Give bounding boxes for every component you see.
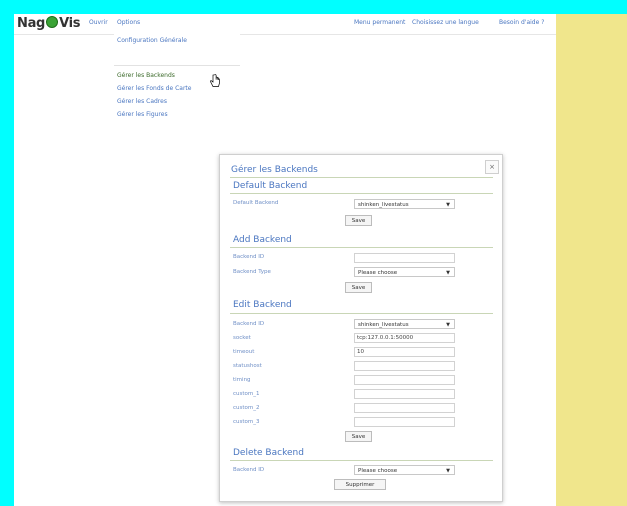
- menu-item-manage-backends[interactable]: Gérer les Backends: [117, 72, 175, 79]
- timing-input[interactable]: [354, 375, 455, 385]
- add-backend-type-select[interactable]: Please choose ▼: [354, 267, 455, 277]
- delete-button[interactable]: Supprimer: [334, 479, 386, 490]
- chevron-down-icon: ▼: [446, 270, 450, 276]
- hand-cursor-icon: [210, 74, 220, 87]
- chevron-down-icon: ▼: [446, 202, 450, 208]
- divider: [230, 247, 493, 248]
- custom-3-input[interactable]: [354, 417, 455, 427]
- menu-item-manage-backgrounds[interactable]: Gérer les Fonds de Carte: [117, 85, 191, 92]
- menu-item-manage-frames[interactable]: Gérer les Cadres: [117, 98, 167, 105]
- menu-divider: [114, 65, 240, 66]
- default-backend-select[interactable]: shinken_livestatus ▼: [354, 199, 455, 209]
- edit-field-label: socket: [233, 335, 251, 341]
- edit-backend-id-value: shinken_livestatus: [358, 322, 409, 328]
- nagvis-logo[interactable]: Nag Vis: [17, 16, 81, 31]
- default-backend-select-value: shinken_livestatus: [358, 202, 409, 208]
- language-link[interactable]: Choisissez une langue: [412, 19, 479, 26]
- options-dropdown-menu: Configuration Générale Gérer les Backend…: [114, 34, 240, 134]
- custom-1-input[interactable]: [354, 389, 455, 399]
- socket-input[interactable]: tcp:127.0.0.1:50000: [354, 333, 455, 343]
- delete-backend-select[interactable]: Please choose ▼: [354, 465, 455, 475]
- permalink-link[interactable]: Menu permanent: [354, 19, 405, 26]
- add-backend-type-label: Backend Type: [233, 269, 271, 275]
- section-add-backend-title: Add Backend: [233, 235, 292, 245]
- default-backend-label: Default Backend: [233, 200, 279, 206]
- page-content: Nag Vis Ouvrir Options Menu permanent Cho…: [14, 14, 556, 506]
- timeout-input[interactable]: 10: [354, 347, 455, 357]
- custom-2-input[interactable]: [354, 403, 455, 413]
- delete-backend-select-value: Please choose: [358, 468, 398, 474]
- edit-field-label: Backend ID: [233, 321, 265, 327]
- top-bar: Nag Vis Ouvrir Options Menu permanent Cho…: [14, 14, 556, 35]
- add-backend-type-value: Please choose: [358, 270, 398, 276]
- menu-open[interactable]: Ouvrir: [89, 19, 108, 26]
- section-delete-backend-title: Delete Backend: [233, 448, 304, 458]
- menu-options[interactable]: Options: [117, 19, 140, 26]
- section-edit-backend-title: Edit Backend: [233, 300, 292, 310]
- divider: [230, 460, 493, 461]
- menu-item-manage-shapes[interactable]: Gérer les Figures: [117, 111, 168, 118]
- logo-text-left: Nag: [17, 16, 46, 31]
- divider: [230, 193, 493, 194]
- edit-field-label: timing: [233, 377, 251, 383]
- statushost-input[interactable]: [354, 361, 455, 371]
- manage-backends-dialog: Gérer les Backends × Default Backend Def…: [219, 154, 503, 502]
- chevron-down-icon: ▼: [446, 468, 450, 474]
- edit-field-label: custom_1: [233, 391, 260, 397]
- logo-text-right: Vis: [59, 16, 81, 31]
- add-save-button[interactable]: Save: [345, 282, 372, 293]
- section-default-backend-title: Default Backend: [233, 181, 308, 191]
- eye-icon: [46, 16, 59, 28]
- divider: [230, 313, 493, 314]
- close-icon[interactable]: ×: [485, 160, 499, 174]
- add-backend-id-input[interactable]: [354, 253, 455, 263]
- add-backend-id-label: Backend ID: [233, 254, 265, 260]
- side-panel: [556, 14, 627, 506]
- default-save-button[interactable]: Save: [345, 215, 372, 226]
- edit-save-button[interactable]: Save: [345, 431, 372, 442]
- divider: [230, 177, 493, 178]
- chevron-down-icon: ▼: [446, 322, 450, 328]
- delete-backend-id-label: Backend ID: [233, 467, 265, 473]
- dialog-title: Gérer les Backends: [231, 165, 318, 175]
- edit-field-label: timeout: [233, 349, 255, 355]
- edit-backend-id-select[interactable]: shinken_livestatus ▼: [354, 319, 455, 329]
- menu-item-general-config[interactable]: Configuration Générale: [117, 37, 187, 44]
- edit-field-label: statushost: [233, 363, 262, 369]
- help-link[interactable]: Besoin d'aide ?: [499, 19, 544, 26]
- edit-field-label: custom_2: [233, 405, 260, 411]
- edit-field-label: custom_3: [233, 419, 260, 425]
